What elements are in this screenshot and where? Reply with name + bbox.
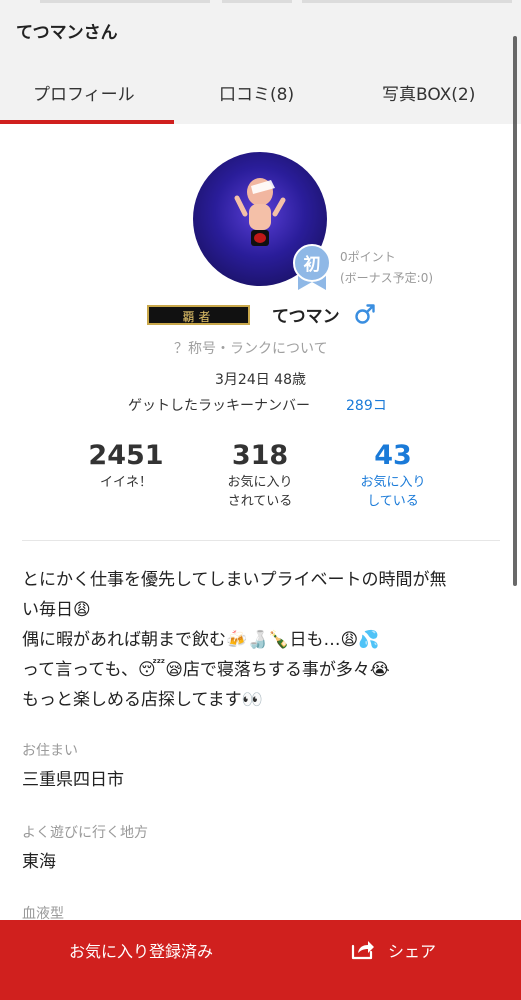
bio-text: とにかく仕事を優先してしまいプライベートの時間が無 い毎日😩 偶に暇があれば朝ま… (22, 565, 502, 715)
rank-info-link[interactable]: ？称号・ランクについて (174, 338, 328, 358)
share-button[interactable]: シェア (388, 938, 436, 962)
tab-photo-box[interactable]: 写真BOX(2) (382, 80, 475, 105)
area-value: 東海 (22, 852, 56, 872)
top-bar-segment (302, 0, 512, 3)
likes-label: イイネ！ (99, 475, 152, 490)
residence-label: お住まい (22, 743, 78, 759)
page-title: てつマンさん (16, 23, 118, 43)
tab-bar: プロフィール 口コミ(8) 写真BOX(2) (0, 62, 521, 124)
lucky-number-label: ゲットしたラッキーナンバー (128, 398, 310, 414)
male-icon (355, 304, 375, 324)
top-bar-segment (222, 0, 292, 3)
favoriting-label-1: お気に入り (360, 475, 426, 490)
favorited-by-count: 318 (231, 440, 289, 471)
section-divider (22, 540, 500, 541)
favorited-by-label-1: お気に入り (227, 475, 293, 490)
favoriting-count: 43 (374, 440, 412, 471)
rank-plate: 覇者 (147, 305, 250, 325)
favoriting-label-2: している (367, 494, 419, 509)
bio-line: もっと楽しめる店探してます👀 (22, 690, 263, 710)
beginner-badge-icon: 初 (293, 244, 331, 290)
bio-line: とにかく仕事を優先してしまいプライベートの時間が無 (22, 570, 447, 590)
residence-value: 三重県四日市 (22, 770, 124, 790)
birthday-age: 3月24日 48歳 (215, 372, 306, 388)
user-name: てつマン (272, 307, 340, 327)
points-info: 0ポイント (ボーナス予定:0) (340, 247, 433, 289)
bonus-text: (ボーナス予定:0) (340, 271, 434, 285)
stat-favorited-by: 318 お気に入り されている (215, 440, 305, 511)
likes-count: 2451 (88, 440, 164, 471)
svg-text:初: 初 (304, 254, 321, 275)
rank-plate-text: 覇者 (182, 310, 215, 324)
favorited-by-label-2: されている (227, 494, 293, 509)
tab-profile[interactable]: プロフィール (33, 80, 135, 105)
share-icon (351, 941, 374, 960)
bio-line: 偶に暇があれば朝まで飲む🍻🍶🍾日も…😩💦 (22, 630, 380, 650)
bio-line: って言っても、😴😪店で寝落ちする事が多々😭 (22, 660, 390, 680)
bio-line: い毎日😩 (22, 600, 91, 620)
points-text: 0ポイント (340, 250, 396, 264)
active-tab-indicator (0, 120, 174, 124)
stat-favoriting[interactable]: 43 お気に入り している (348, 440, 438, 511)
stat-likes: 2451 イイネ！ (85, 440, 167, 492)
avatar-figure-icon (234, 178, 286, 246)
top-bar-segment (40, 0, 210, 3)
favorite-registered-button[interactable]: お気に入り登録済み (69, 938, 213, 962)
scrollbar[interactable] (513, 36, 517, 586)
tab-reviews[interactable]: 口コミ(8) (219, 80, 294, 105)
lucky-number-link[interactable]: 289コ (346, 395, 387, 415)
area-label: よく遊びに行く地方 (22, 825, 148, 841)
